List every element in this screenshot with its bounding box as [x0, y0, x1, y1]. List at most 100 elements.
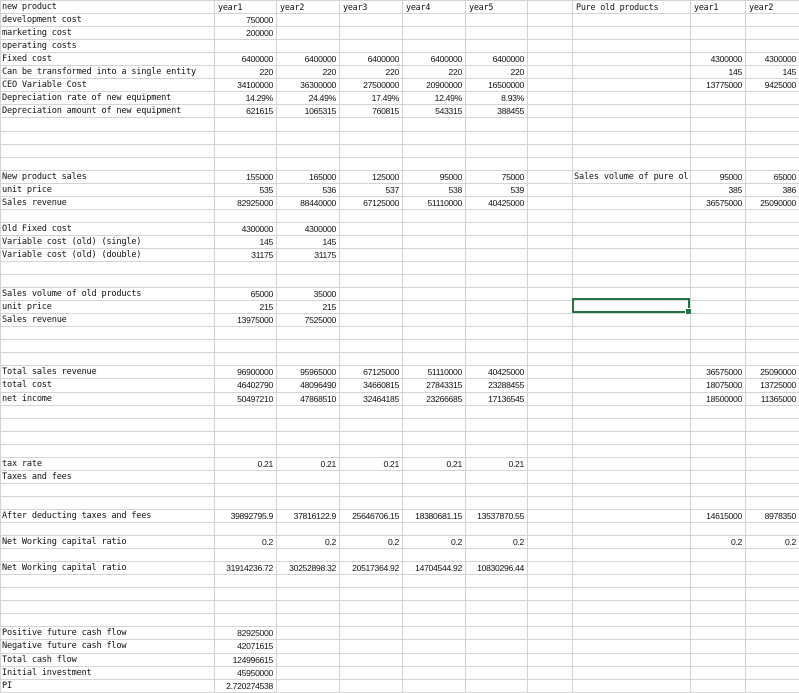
value-cell[interactable]: 20517364.92 — [341, 562, 402, 575]
pure-column-header-year1[interactable]: year1 — [692, 1, 745, 14]
value-cell[interactable]: 215 — [278, 301, 339, 314]
row-label[interactable]: Total cash flow — [2, 654, 214, 667]
value-cell[interactable]: 51110000 — [404, 197, 465, 210]
row-label[interactable]: PI — [2, 680, 214, 693]
value-cell[interactable]: 67125000 — [341, 366, 402, 379]
row-label[interactable]: Total sales revenue — [2, 366, 214, 379]
row-label[interactable]: Initial investment — [2, 667, 214, 680]
row-label[interactable]: Variable cost (old) (double) — [2, 249, 214, 262]
value-cell[interactable]: 10830296.44 — [467, 562, 527, 575]
value-cell[interactable]: 155000 — [216, 171, 276, 184]
row-label[interactable]: Negative future cash flow — [2, 640, 214, 653]
value-cell[interactable]: 39892795.9 — [216, 510, 276, 523]
value-cell[interactable]: 47868510 — [278, 393, 339, 406]
pure-value-cell[interactable]: 65000 — [747, 171, 799, 184]
value-cell[interactable]: 51110000 — [404, 366, 465, 379]
row-label[interactable]: After deducting taxes and fees — [2, 510, 214, 523]
value-cell[interactable]: 200000 — [216, 27, 276, 40]
value-cell[interactable]: 24.49% — [278, 92, 339, 105]
value-cell[interactable]: 31175 — [216, 249, 276, 262]
value-cell[interactable]: 538 — [404, 184, 465, 197]
value-cell[interactable]: 30252898.32 — [278, 562, 339, 575]
pure-value-cell[interactable]: 95000 — [692, 171, 745, 184]
pure-value-cell[interactable]: 0.2 — [692, 536, 745, 549]
value-cell[interactable]: 0.2 — [216, 536, 276, 549]
value-cell[interactable]: 67125000 — [341, 197, 402, 210]
value-cell[interactable]: 124996615 — [216, 654, 276, 667]
value-cell[interactable]: 40425000 — [467, 366, 527, 379]
value-cell[interactable]: 23288455 — [467, 379, 527, 392]
row-label[interactable]: Positive future cash flow — [2, 627, 214, 640]
pure-value-cell[interactable]: 385 — [692, 184, 745, 197]
row-label[interactable]: Net Working capital ratio — [2, 562, 214, 575]
row-label[interactable]: new product — [2, 1, 214, 14]
value-cell[interactable]: 36300000 — [278, 79, 339, 92]
value-cell[interactable]: 12.49% — [404, 92, 465, 105]
value-cell[interactable]: 6400000 — [404, 53, 465, 66]
pure-column-header-year2[interactable]: year2 — [747, 1, 799, 14]
value-cell[interactable]: 17136545 — [467, 393, 527, 406]
pure-value-cell[interactable]: 14615000 — [692, 510, 745, 523]
value-cell[interactable]: 220 — [216, 66, 276, 79]
pure-old-products-header[interactable]: Pure old products — [574, 1, 690, 14]
value-cell[interactable]: 760815 — [341, 105, 402, 118]
row-label[interactable]: development cost — [2, 14, 214, 27]
value-cell[interactable]: 95000 — [404, 171, 465, 184]
value-cell[interactable]: 0.21 — [467, 458, 527, 471]
value-cell[interactable]: 535 — [216, 184, 276, 197]
value-cell[interactable]: 4300000 — [216, 223, 276, 236]
value-cell[interactable]: 75000 — [467, 171, 527, 184]
value-cell[interactable]: 543315 — [404, 105, 465, 118]
value-cell[interactable]: 165000 — [278, 171, 339, 184]
value-cell[interactable]: 6400000 — [467, 53, 527, 66]
row-label[interactable]: Sales revenue — [2, 197, 214, 210]
value-cell[interactable]: 539 — [467, 184, 527, 197]
pure-value-cell[interactable]: 36575000 — [692, 197, 745, 210]
row-label[interactable]: net income — [2, 393, 214, 406]
value-cell[interactable]: 0.2 — [404, 536, 465, 549]
pure-value-cell[interactable]: 13725000 — [747, 379, 799, 392]
column-header-year4[interactable]: year4 — [404, 1, 465, 14]
row-label[interactable]: Sales revenue — [2, 314, 214, 327]
value-cell[interactable]: 14704544.92 — [404, 562, 465, 575]
row-label[interactable]: operating costs — [2, 40, 214, 53]
value-cell[interactable]: 6400000 — [278, 53, 339, 66]
value-cell[interactable]: 45950000 — [216, 667, 276, 680]
value-cell[interactable]: 95965000 — [278, 366, 339, 379]
pure-value-cell[interactable]: 8978350 — [747, 510, 799, 523]
value-cell[interactable]: 31914236.72 — [216, 562, 276, 575]
value-cell[interactable]: 13537870.55 — [467, 510, 527, 523]
pure-value-cell[interactable]: 145 — [692, 66, 745, 79]
row-label[interactable]: New product sales — [2, 171, 214, 184]
row-label[interactable]: Depreciation rate of new equipment — [2, 92, 214, 105]
pure-value-cell[interactable]: 9425000 — [747, 79, 799, 92]
row-label[interactable]: Fixed cost — [2, 53, 214, 66]
value-cell[interactable]: 50497210 — [216, 393, 276, 406]
value-cell[interactable]: 82925000 — [216, 627, 276, 640]
pure-value-cell[interactable]: 386 — [747, 184, 799, 197]
value-cell[interactable]: 145 — [278, 236, 339, 249]
row-label[interactable]: Depreciation amount of new equipment — [2, 105, 214, 118]
pure-value-cell[interactable]: 36575000 — [692, 366, 745, 379]
row-label[interactable]: Sales volume of old products — [2, 288, 214, 301]
value-cell[interactable]: 17.49% — [341, 92, 402, 105]
row-label[interactable]: Old Fixed cost — [2, 223, 214, 236]
value-cell[interactable]: 0.21 — [341, 458, 402, 471]
value-cell[interactable]: 16500000 — [467, 79, 527, 92]
value-cell[interactable]: 220 — [467, 66, 527, 79]
column-header-year5[interactable]: year5 — [467, 1, 527, 14]
value-cell[interactable]: 48096490 — [278, 379, 339, 392]
value-cell[interactable]: 27500000 — [341, 79, 402, 92]
value-cell[interactable]: 96900000 — [216, 366, 276, 379]
value-cell[interactable]: 46402790 — [216, 379, 276, 392]
pure-value-cell[interactable]: 13775000 — [692, 79, 745, 92]
row-label[interactable]: marketing cost — [2, 27, 214, 40]
value-cell[interactable]: 220 — [341, 66, 402, 79]
value-cell[interactable]: 220 — [278, 66, 339, 79]
value-cell[interactable]: 37816122.9 — [278, 510, 339, 523]
pure-value-cell[interactable]: 145 — [747, 66, 799, 79]
value-cell[interactable]: 7525000 — [278, 314, 339, 327]
row-label[interactable]: CEO Variable Cost — [2, 79, 214, 92]
value-cell[interactable]: 34660815 — [341, 379, 402, 392]
row-label[interactable]: tax rate — [2, 458, 214, 471]
